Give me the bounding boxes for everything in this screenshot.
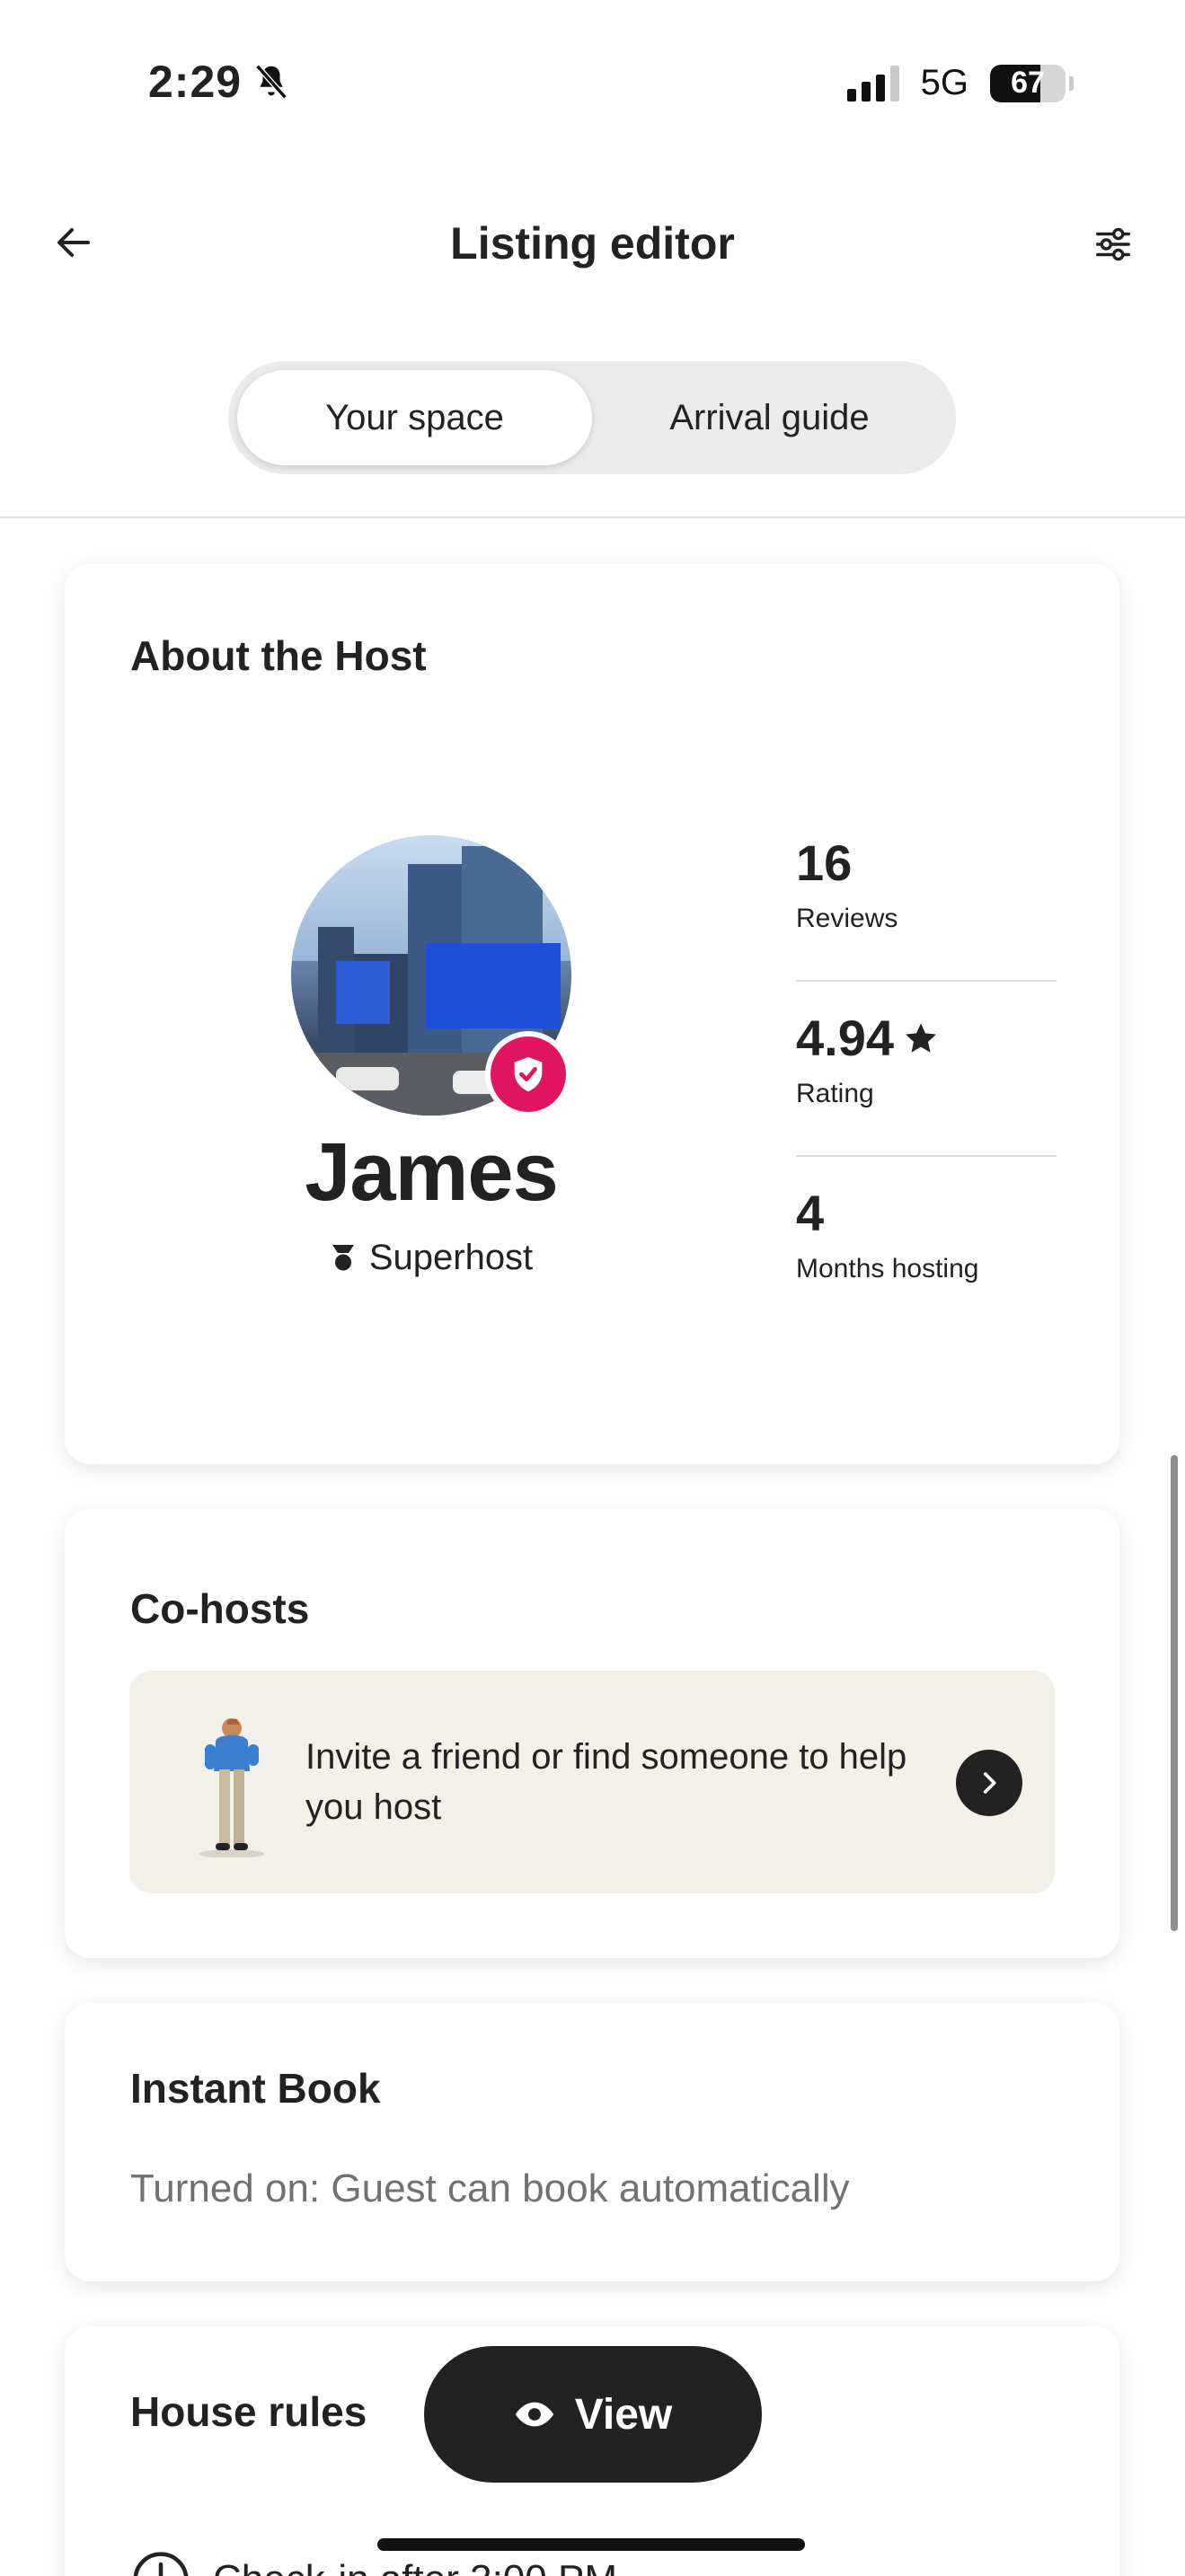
view-button[interactable]: View xyxy=(424,2346,762,2483)
header: Listing editor xyxy=(0,189,1185,296)
sliders-icon xyxy=(1096,227,1130,261)
eye-icon xyxy=(515,2402,553,2427)
superhost-label: Superhost xyxy=(368,1238,534,1277)
shield-check-icon xyxy=(514,1056,543,1092)
view-label: View xyxy=(574,2390,673,2439)
card-title: About the Host xyxy=(130,632,427,679)
stat-rating: 4.94 Rating xyxy=(796,982,1057,1157)
clock-text: 2:29 xyxy=(148,57,243,107)
stat-label: Months hosting xyxy=(796,1254,979,1284)
cohosts-card: Co-hosts Invite a friend or find someone… xyxy=(65,1509,1119,1958)
card-title: Instant Book xyxy=(130,2065,381,2112)
battery-percent: 67 xyxy=(1011,66,1045,100)
header-divider xyxy=(0,516,1185,518)
battery-icon: 67 xyxy=(990,64,1066,102)
instant-book-card[interactable]: Instant Book Turned on: Guest can book a… xyxy=(65,2003,1119,2281)
battery-cap xyxy=(1069,75,1074,91)
host-stats: 16 Reviews 4.94 Rating 4 Months hosting xyxy=(796,834,1057,1332)
home-indicator[interactable] xyxy=(377,2538,805,2551)
invite-cohost-banner[interactable]: Invite a friend or find someone to help … xyxy=(129,1671,1055,1893)
host-name: James xyxy=(305,1126,558,1218)
stat-months-hosting: 4 Months hosting xyxy=(796,1157,1057,1332)
network-type: 5G xyxy=(920,63,968,102)
status-indicators: 5G 67 xyxy=(846,63,1074,103)
tab-your-space[interactable]: Your space xyxy=(237,370,592,465)
about-host-card[interactable]: About the Host James Superhost 16 Review… xyxy=(65,564,1119,1464)
tab-arrival-guide[interactable]: Arrival guide xyxy=(592,370,947,465)
verified-badge xyxy=(485,1031,571,1117)
stat-value: 4.94 xyxy=(796,1009,939,1067)
page-title: Listing editor xyxy=(450,218,735,269)
card-title: House rules xyxy=(130,2388,367,2435)
checkin-row: Check-in after 3:00 PM xyxy=(130,2549,617,2576)
status-time: 2:29 xyxy=(148,56,292,108)
stat-label: Reviews xyxy=(796,904,898,933)
stat-label: Rating xyxy=(796,1079,874,1108)
invite-arrow-button[interactable] xyxy=(956,1750,1022,1816)
checkin-text: Check-in after 3:00 PM xyxy=(213,2557,617,2576)
stat-value: 16 xyxy=(796,834,853,891)
superhost-badge: Superhost xyxy=(244,1238,618,1278)
invite-text: Invite a friend or find someone to help … xyxy=(305,1737,907,1827)
signal-icon xyxy=(846,65,899,101)
settings-button[interactable] xyxy=(1086,217,1140,271)
tab-switcher: Your space Arrival guide xyxy=(228,361,956,474)
status-bar: 2:29 5G 67 xyxy=(0,0,1185,171)
star-icon xyxy=(906,1022,936,1053)
chevron-right-icon xyxy=(983,1772,996,1794)
person-illustration xyxy=(199,1718,264,1857)
superhost-icon xyxy=(332,1244,354,1270)
clock-icon xyxy=(133,2552,189,2576)
bell-slash-icon xyxy=(255,64,287,100)
stat-value: 4 xyxy=(796,1185,825,1241)
stat-reviews: 16 Reviews xyxy=(796,834,1057,982)
card-title: Co-hosts xyxy=(130,1585,310,1632)
scrollbar[interactable] xyxy=(1171,1455,1178,1931)
instant-book-status: Turned on: Guest can book automatically xyxy=(130,2166,850,2210)
